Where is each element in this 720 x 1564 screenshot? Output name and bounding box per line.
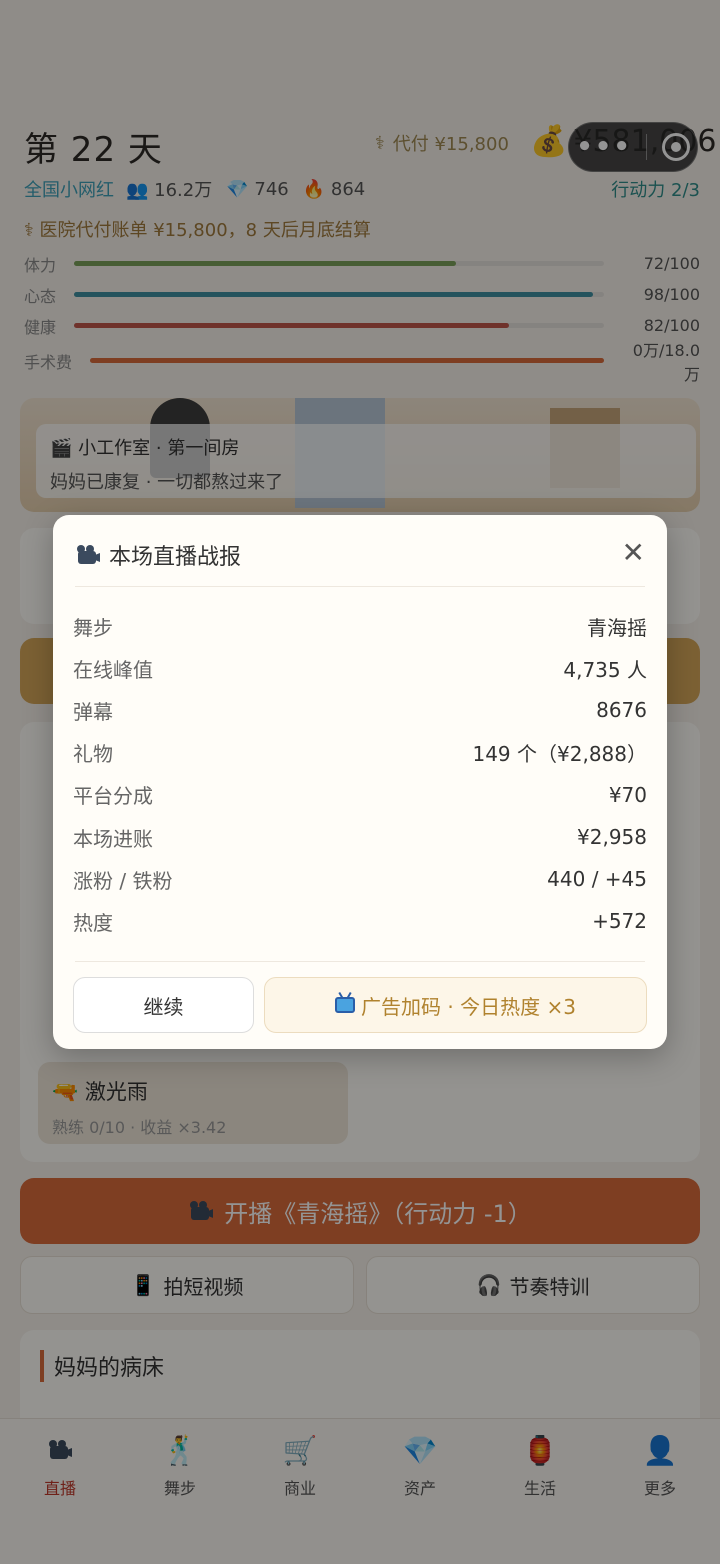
ad-boost-button[interactable]: 广告加码 · 今日热度 ×3	[264, 977, 647, 1033]
game-screen: 第 22 天 ⚕ 代付 ¥15,800 💰 ¥581,006 ••• 全国小网红…	[0, 0, 720, 1564]
modal-title: 本场直播战报	[75, 539, 241, 571]
modal-divider	[75, 961, 645, 962]
report-row: 热度 +572	[73, 909, 647, 935]
report-row: 在线峰值 4,735 人	[73, 657, 647, 682]
camera-icon	[75, 545, 101, 565]
report-row: 礼物 149 个（¥2,888）	[73, 742, 647, 767]
report-row: 平台分成 ¥70	[73, 782, 647, 809]
live-report-modal: 本场直播战报 ✕ 舞步 青海摇 在线峰值 4,735 人 弹幕 8676 礼物 149 …	[53, 515, 667, 1049]
report-rows: 舞步 青海摇 在线峰值 4,735 人 弹幕 8676 礼物 149 个（¥2,888）…	[73, 605, 647, 943]
close-icon[interactable]: ✕	[622, 539, 645, 567]
modal-header: 本场直播战报 ✕	[75, 535, 645, 587]
continue-button[interactable]: 继续	[73, 977, 254, 1033]
report-row: 本场进账 ¥2,958	[73, 825, 647, 851]
tv-icon	[335, 997, 356, 1013]
report-row: 弹幕 8676	[73, 698, 647, 724]
report-row: 涨粉 / 铁粉 440 / +45	[73, 867, 647, 893]
report-row: 舞步 青海摇	[73, 615, 647, 640]
